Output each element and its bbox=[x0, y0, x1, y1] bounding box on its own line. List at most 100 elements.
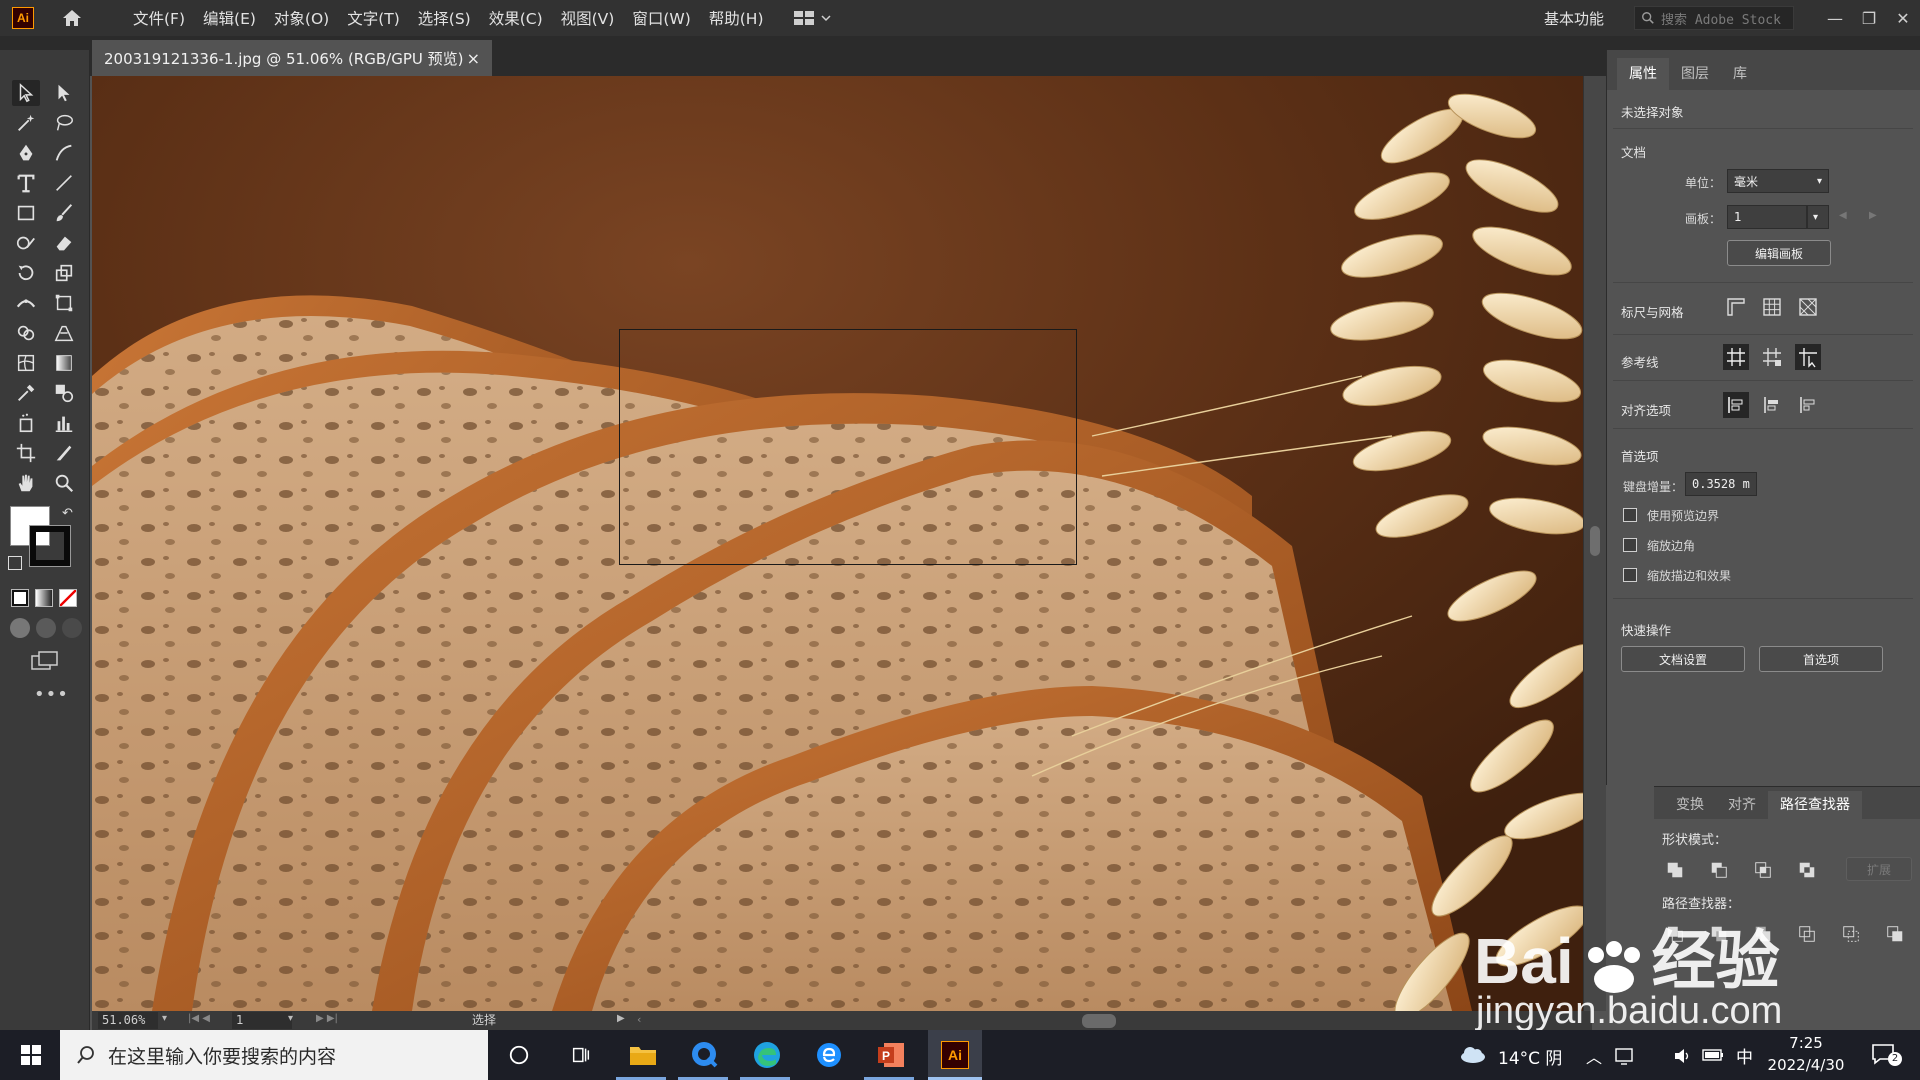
pen-tool-icon[interactable] bbox=[12, 140, 40, 166]
weather-text[interactable]: 14°C 阴 bbox=[1498, 1044, 1562, 1069]
status-menu-arrow-icon[interactable]: ▶ bbox=[617, 1013, 625, 1024]
line-tool-icon[interactable] bbox=[50, 170, 78, 196]
slice-tool-icon[interactable] bbox=[50, 440, 78, 466]
restore-button[interactable]: ❐ bbox=[1852, 9, 1886, 28]
clock-time[interactable]: 7:25 bbox=[1766, 1034, 1846, 1052]
tab-pathfinder[interactable]: 路径查找器 bbox=[1768, 791, 1862, 819]
expand-button[interactable]: 扩展 bbox=[1846, 857, 1912, 881]
unite-icon[interactable] bbox=[1662, 857, 1688, 883]
preferences-button[interactable]: 首选项 bbox=[1759, 646, 1883, 672]
draw-inside-icon[interactable] bbox=[62, 618, 82, 638]
swap-fill-stroke-icon[interactable]: ↶ bbox=[62, 506, 76, 521]
browser-q-icon[interactable] bbox=[688, 1038, 722, 1072]
security-center-icon[interactable] bbox=[1614, 1046, 1634, 1070]
color-mode-icon[interactable] bbox=[11, 589, 29, 607]
screen-mode-icon[interactable] bbox=[30, 650, 60, 672]
windows-start-icon[interactable] bbox=[14, 1038, 48, 1072]
zoom-level-field[interactable]: 51.06% bbox=[98, 1012, 158, 1029]
crop-icon[interactable] bbox=[1794, 921, 1820, 947]
keyboard-increment-field[interactable]: 0.3528 m bbox=[1685, 472, 1757, 496]
clock-date[interactable]: 2022/4/30 bbox=[1766, 1056, 1846, 1074]
vertical-scroll-thumb[interactable] bbox=[1590, 526, 1600, 556]
menu-effect[interactable]: 效果(C) bbox=[480, 7, 552, 29]
volume-icon[interactable] bbox=[1672, 1046, 1692, 1070]
last-artboard-icon[interactable]: ▶ ▶| bbox=[316, 1013, 338, 1024]
selection-tool-icon[interactable] bbox=[12, 80, 40, 106]
minimize-button[interactable]: — bbox=[1818, 9, 1852, 28]
task-view-icon[interactable] bbox=[564, 1038, 598, 1072]
edge-icon[interactable] bbox=[750, 1038, 784, 1072]
tab-align[interactable]: 对齐 bbox=[1716, 791, 1768, 819]
curvature-tool-icon[interactable] bbox=[50, 140, 78, 166]
menu-view[interactable]: 视图(V) bbox=[552, 7, 624, 29]
column-graph-tool-icon[interactable] bbox=[50, 410, 78, 436]
type-tool-icon[interactable] bbox=[12, 170, 40, 196]
menu-window[interactable]: 窗口(W) bbox=[623, 7, 699, 29]
artboard-dropdown-chevron-icon[interactable]: ▾ bbox=[1807, 205, 1829, 229]
scroll-left-icon[interactable]: ‹ bbox=[637, 1013, 641, 1026]
intersect-icon[interactable] bbox=[1750, 857, 1776, 883]
input-method-indicator[interactable]: 中 bbox=[1736, 1043, 1753, 1068]
more-tools-icon[interactable]: ••• bbox=[34, 684, 69, 705]
draw-behind-icon[interactable] bbox=[36, 618, 56, 638]
gradient-tool-icon[interactable] bbox=[50, 350, 78, 376]
magic-wand-tool-icon[interactable] bbox=[12, 110, 40, 136]
artboard-tool-icon[interactable] bbox=[12, 440, 40, 466]
powerpoint-icon[interactable]: P bbox=[874, 1038, 908, 1072]
units-dropdown[interactable]: 毫米 ▾ bbox=[1727, 169, 1829, 193]
vertical-scrollbar[interactable] bbox=[1584, 76, 1606, 1011]
scale-corners-checkbox[interactable] bbox=[1623, 538, 1637, 552]
artboard-canvas[interactable] bbox=[92, 76, 1584, 1011]
scale-strokes-checkbox[interactable] bbox=[1623, 568, 1637, 582]
perspective-grid-tool-icon[interactable] bbox=[50, 320, 78, 346]
lock-guides-icon[interactable] bbox=[1759, 344, 1785, 370]
exclude-icon[interactable] bbox=[1794, 857, 1820, 883]
close-tab-icon[interactable]: × bbox=[467, 49, 480, 68]
eraser-tool-icon[interactable] bbox=[50, 230, 78, 256]
zoom-chevron-down-icon[interactable]: ▾ bbox=[162, 1013, 167, 1024]
lasso-tool-icon[interactable] bbox=[50, 110, 78, 136]
use-preview-bounds-checkbox[interactable] bbox=[1623, 508, 1637, 522]
next-artboard-icon[interactable]: ▶ bbox=[1869, 210, 1877, 221]
grid-icon[interactable] bbox=[1759, 294, 1785, 320]
artboard-field[interactable]: 1 bbox=[1727, 205, 1807, 229]
battery-icon[interactable] bbox=[1702, 1047, 1724, 1066]
mesh-tool-icon[interactable] bbox=[12, 350, 40, 376]
menu-edit[interactable]: 编辑(E) bbox=[194, 7, 265, 29]
menu-type[interactable]: 文字(T) bbox=[338, 7, 409, 29]
taskbar-search-box[interactable]: 在这里输入你要搜索的内容 bbox=[60, 1030, 488, 1080]
symbol-sprayer-tool-icon[interactable] bbox=[12, 410, 40, 436]
tab-properties[interactable]: 属性 bbox=[1617, 58, 1669, 90]
first-artboard-icon[interactable]: |◀ ◀ bbox=[188, 1013, 210, 1024]
cortana-icon[interactable] bbox=[502, 1038, 536, 1072]
width-tool-icon[interactable] bbox=[12, 290, 40, 316]
draw-normal-icon[interactable] bbox=[10, 618, 30, 638]
zoom-tool-icon[interactable] bbox=[50, 470, 78, 496]
minus-back-icon[interactable] bbox=[1882, 921, 1908, 947]
tab-layers[interactable]: 图层 bbox=[1669, 58, 1721, 90]
horizontal-scroll-thumb[interactable] bbox=[1082, 1014, 1116, 1028]
show-guides-icon[interactable] bbox=[1723, 344, 1749, 370]
menu-file[interactable]: 文件(F) bbox=[124, 7, 194, 29]
workspace-switcher[interactable]: 基本功能 bbox=[1544, 8, 1604, 29]
hand-tool-icon[interactable] bbox=[12, 470, 40, 496]
stock-search-input[interactable]: 搜索 Adobe Stock bbox=[1634, 6, 1794, 30]
document-tab[interactable]: 200319121336-1.jpg @ 51.06% (RGB/GPU 预览)… bbox=[92, 40, 492, 76]
artboard-chevron-down-icon[interactable]: ▾ bbox=[288, 1013, 293, 1024]
smart-guides-icon[interactable] bbox=[1795, 344, 1821, 370]
eyedropper-tool-icon[interactable] bbox=[12, 380, 40, 406]
paintbrush-tool-icon[interactable] bbox=[50, 200, 78, 226]
tab-libraries[interactable]: 库 bbox=[1721, 58, 1759, 90]
rectangle-tool-icon[interactable] bbox=[12, 200, 40, 226]
illustrator-taskbar-icon[interactable]: Ai bbox=[938, 1038, 972, 1072]
minus-front-icon[interactable] bbox=[1706, 857, 1732, 883]
show-hidden-icons-chevron-icon[interactable]: ︿ bbox=[1586, 1044, 1602, 1068]
weather-icon[interactable] bbox=[1458, 1044, 1488, 1068]
none-mode-icon[interactable] bbox=[59, 589, 77, 607]
home-icon[interactable] bbox=[60, 6, 84, 30]
align-to-key-object-icon[interactable] bbox=[1759, 392, 1785, 418]
edit-artboards-button[interactable]: 编辑画板 bbox=[1727, 240, 1831, 266]
rotate-tool-icon[interactable] bbox=[12, 260, 40, 286]
shape-builder-tool-icon[interactable] bbox=[12, 320, 40, 346]
direct-selection-tool-icon[interactable] bbox=[50, 80, 78, 106]
